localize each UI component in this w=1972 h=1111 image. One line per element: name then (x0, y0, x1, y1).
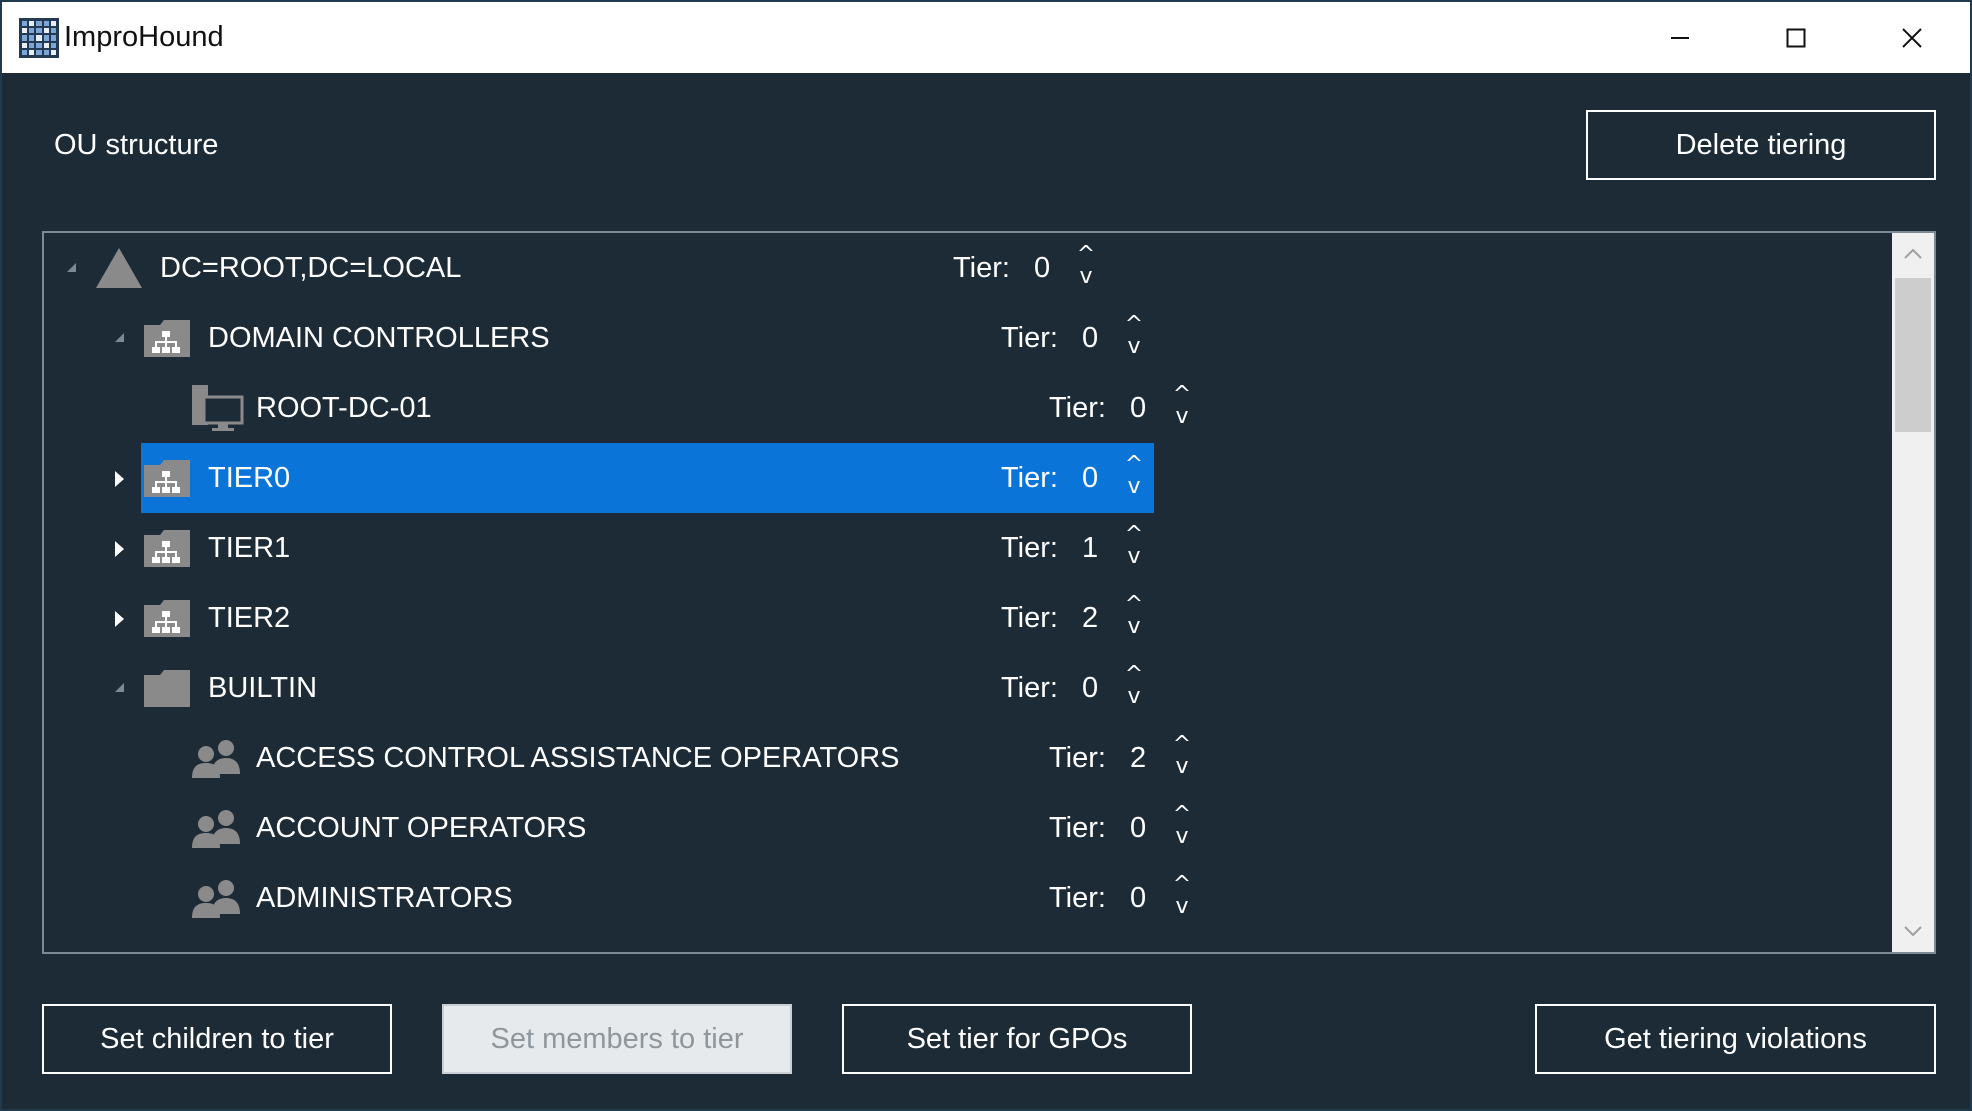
group-icon (190, 738, 242, 783)
tier-label: Tier: (1049, 392, 1106, 424)
tier-label: Tier: (1049, 812, 1106, 844)
domain-icon (94, 246, 144, 295)
tier-spinner[interactable]: ^ v (1171, 874, 1193, 921)
tree-item-label[interactable]: TIER0 (208, 443, 290, 513)
tier-spinner[interactable]: ^ v (1123, 314, 1145, 361)
expand-arrow-icon[interactable] (112, 470, 126, 487)
tier-value-input[interactable]: 0 (1130, 373, 1146, 443)
close-button[interactable] (1854, 2, 1970, 73)
ou-structure-label: OU structure (54, 129, 219, 161)
tier-increase-button[interactable]: ^ (1075, 244, 1097, 266)
ou-icon (142, 527, 192, 574)
set-tier-for-gpos-button[interactable]: Set tier for GPOs (842, 1004, 1192, 1074)
collapse-arrow-icon[interactable] (112, 330, 126, 346)
vertical-scrollbar[interactable] (1892, 233, 1934, 952)
tier-value-input[interactable]: 0 (1130, 793, 1146, 863)
tier-value-input[interactable]: 2 (1130, 723, 1146, 793)
tier-spinner[interactable]: ^ v (1171, 734, 1193, 781)
expand-arrow-icon[interactable] (112, 610, 126, 627)
tier-value-input[interactable]: 1 (1082, 513, 1098, 583)
expand-arrow-icon[interactable] (112, 540, 126, 557)
minimize-icon (1671, 36, 1689, 39)
app-logo-icon (19, 18, 59, 58)
tier-label: Tier: (953, 252, 1010, 284)
tier-decrease-button[interactable]: v (1123, 546, 1145, 568)
tree-item-label[interactable]: DOMAIN CONTROLLERS (208, 303, 550, 373)
tier-increase-button[interactable]: ^ (1123, 314, 1145, 336)
tier-increase-button[interactable]: ^ (1171, 384, 1193, 406)
maximize-button[interactable] (1738, 2, 1854, 73)
tier-value-input[interactable]: 0 (1034, 233, 1050, 303)
collapse-arrow-icon[interactable] (64, 260, 78, 276)
main-window: ImproHound OU structure Delete tiering D… (0, 0, 1972, 1111)
tier-label: Tier: (1001, 462, 1058, 494)
tier-spinner[interactable]: ^ v (1123, 594, 1145, 641)
tier-value-input[interactable]: 0 (1130, 863, 1146, 933)
tier-decrease-button[interactable]: v (1123, 336, 1145, 358)
folder-icon (142, 667, 192, 714)
computer-icon (190, 383, 244, 438)
tier-spinner[interactable]: ^ v (1171, 804, 1193, 851)
get-tiering-violations-button[interactable]: Get tiering violations (1535, 1004, 1936, 1074)
tier-decrease-button[interactable]: v (1123, 616, 1145, 638)
set-children-to-tier-button[interactable]: Set children to tier (42, 1004, 392, 1074)
tree-item-label[interactable]: ACCOUNT OPERATORS (256, 793, 586, 863)
title-bar[interactable]: ImproHound (2, 2, 1970, 73)
collapse-arrow-icon[interactable] (112, 680, 126, 696)
tier-value-input[interactable]: 0 (1082, 303, 1098, 373)
tier-decrease-button[interactable]: v (1171, 406, 1193, 428)
tier-decrease-button[interactable]: v (1171, 826, 1193, 848)
tier-increase-button[interactable]: ^ (1123, 454, 1145, 476)
tree-item-label[interactable]: DC=ROOT,DC=LOCAL (160, 233, 461, 303)
tier-value-input[interactable]: 2 (1082, 583, 1098, 653)
tier-label: Tier: (1049, 742, 1106, 774)
ou-icon (142, 457, 192, 504)
ou-tree-view[interactable]: DC=ROOT,DC=LOCAL Tier: 0 ^ v DOMAIN CONTROLLE… (42, 231, 1936, 954)
maximize-icon (1786, 28, 1806, 47)
scroll-down-button[interactable] (1892, 910, 1934, 952)
tier-spinner[interactable]: ^ v (1123, 524, 1145, 571)
ou-icon (142, 597, 192, 644)
tier-label: Tier: (1001, 602, 1058, 634)
tier-label: Tier: (1049, 882, 1106, 914)
tier-increase-button[interactable]: ^ (1171, 804, 1193, 826)
group-icon (190, 808, 242, 853)
tier-increase-button[interactable]: ^ (1171, 734, 1193, 756)
tier-label: Tier: (1001, 322, 1058, 354)
close-icon (1902, 27, 1922, 48)
tier-spinner[interactable]: ^ v (1123, 454, 1145, 501)
tier-decrease-button[interactable]: v (1171, 756, 1193, 778)
chevron-up-icon (1904, 248, 1922, 259)
tier-decrease-button[interactable]: v (1123, 686, 1145, 708)
ou-icon (142, 317, 192, 364)
tier-spinner[interactable]: ^ v (1075, 244, 1097, 291)
tier-increase-button[interactable]: ^ (1171, 874, 1193, 896)
tree-item-label[interactable]: TIER2 (208, 583, 290, 653)
tree-item-label[interactable]: ACCESS CONTROL ASSISTANCE OPERATORS (256, 723, 900, 793)
tier-spinner[interactable]: ^ v (1123, 664, 1145, 711)
chevron-down-icon (1904, 926, 1922, 937)
tree-item-label[interactable]: BUILTIN (208, 653, 317, 723)
tier-label: Tier: (1001, 532, 1058, 564)
tree-item-label[interactable]: ADMINISTRATORS (256, 863, 513, 933)
tier-increase-button[interactable]: ^ (1123, 524, 1145, 546)
group-icon (190, 878, 242, 923)
tier-decrease-button[interactable]: v (1123, 476, 1145, 498)
minimize-button[interactable] (1622, 2, 1738, 73)
tier-decrease-button[interactable]: v (1075, 266, 1097, 288)
tier-increase-button[interactable]: ^ (1123, 664, 1145, 686)
scroll-up-button[interactable] (1892, 233, 1934, 275)
delete-tiering-button[interactable]: Delete tiering (1586, 110, 1936, 180)
tier-spinner[interactable]: ^ v (1171, 384, 1193, 431)
scrollbar-thumb[interactable] (1895, 278, 1931, 432)
tier-label: Tier: (1001, 672, 1058, 704)
tree-item-label[interactable]: TIER1 (208, 513, 290, 583)
window-title: ImproHound (64, 21, 224, 53)
tree-item-label[interactable]: ROOT-DC-01 (256, 373, 432, 443)
set-members-to-tier-button[interactable]: Set members to tier (442, 1004, 792, 1074)
tier-increase-button[interactable]: ^ (1123, 594, 1145, 616)
tier-decrease-button[interactable]: v (1171, 896, 1193, 918)
tier-value-input[interactable]: 0 (1082, 443, 1098, 513)
tier-value-input[interactable]: 0 (1082, 653, 1098, 723)
